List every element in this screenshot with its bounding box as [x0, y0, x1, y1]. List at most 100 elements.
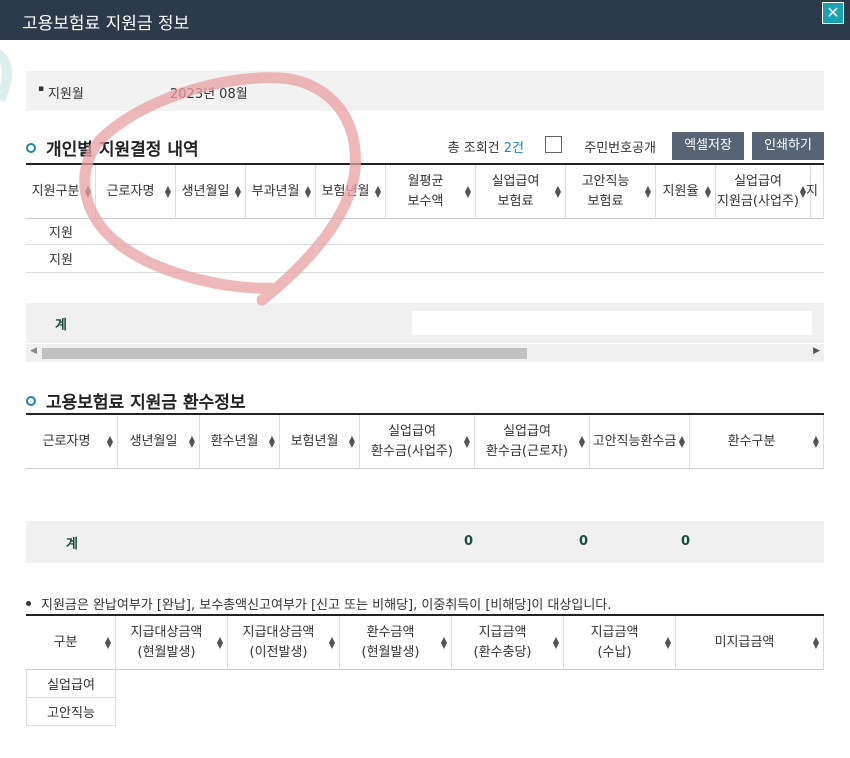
section1-col-header[interactable]: 월평균 보수액 ▲ ▼: [386, 165, 476, 219]
section1-col-header[interactable]: 고안직능 보험료 ▲ ▼: [566, 165, 656, 219]
section3-col-header[interactable]: 지급대상금액 (이전발생) ▲ ▼: [228, 616, 340, 670]
col-header-text: 지: [806, 182, 828, 202]
refund-table-header: 근로자명 ▲ ▼ 생년월일 ▲ ▼ 환수년월 ▲ ▼ 보험년월 ▲ ▼ 실업급여 환수금(사업주) ▲ ▼ 실업…: [26, 413, 824, 469]
col-header-text: 고안직능환수금: [593, 432, 687, 452]
sort-icon[interactable]: ▲ ▼: [235, 185, 241, 199]
sort-icon[interactable]: ▲ ▼: [665, 636, 671, 650]
section2-col-header[interactable]: 근로자명 ▲ ▼: [26, 415, 118, 469]
sort-icon[interactable]: ▲ ▼: [465, 185, 471, 199]
sort-icon[interactable]: ▲ ▼: [375, 185, 381, 199]
ssn-reveal-checkbox[interactable]: [545, 136, 562, 153]
col-header-line: 지급금액: [478, 625, 527, 640]
section1-col-header[interactable]: 지원율 ▲ ▼: [656, 165, 716, 219]
sort-icon[interactable]: ▲ ▼: [813, 636, 819, 650]
print-button[interactable]: 인쇄하기: [752, 132, 824, 160]
sort-icon[interactable]: ▲ ▼: [349, 435, 355, 449]
col-header-line: 구분: [53, 635, 78, 650]
col-header-text: 생년월일: [130, 432, 188, 452]
sort-icon[interactable]: ▲ ▼: [165, 185, 171, 199]
section1-col-header[interactable]: 지: [806, 165, 824, 219]
section2-col-header[interactable]: 환수년월 ▲ ▼: [200, 415, 280, 469]
col-header-line: 환수년월: [210, 434, 259, 449]
support-month-label: 지원월: [48, 87, 84, 102]
col-header-line: 부과년월: [251, 184, 300, 199]
sort-icon[interactable]: ▲ ▼: [269, 435, 275, 449]
eligibility-note: 지원금은 완납여부가 [완납], 보수총액신고여부가 [신고 또는 비해당], …: [26, 594, 611, 613]
row-type-cell: 지원: [49, 226, 73, 241]
sort-icon[interactable]: ▲ ▼: [105, 636, 111, 650]
sort-icon[interactable]: ▲ ▼: [579, 435, 585, 449]
section1-col-header[interactable]: 생년월일 ▲ ▼: [176, 165, 246, 219]
section3-col-header[interactable]: 미지급금액 ▲ ▼: [676, 616, 824, 670]
sort-icon[interactable]: ▲ ▼: [705, 185, 711, 199]
section3-col-header[interactable]: 지급대상금액 (현월발생) ▲ ▼: [116, 616, 228, 670]
close-button[interactable]: ✕: [822, 2, 844, 24]
section1-col-header[interactable]: 실업급여 지원금(사업주) ▲ ▼: [716, 165, 811, 219]
individual-table-header: 지원구분 ▲ ▼ 근로자명 ▲ ▼ 생년월일 ▲ ▼ 부과년월 ▲ ▼ 보험년월 ▲ ▼ 월평균 보수액 ▲ ▼ 실업…: [26, 163, 824, 219]
col-header-text: 부과년월: [252, 182, 310, 202]
sort-icon[interactable]: ▲ ▼: [217, 636, 223, 650]
section2-col-header[interactable]: 실업급여환수금(사업주) ▲ ▼: [360, 415, 475, 469]
col-header-line: 생년월일: [181, 184, 230, 199]
horizontal-scrollbar[interactable]: ◀ ▶: [26, 344, 824, 362]
refund-total-worker: 0: [579, 534, 589, 549]
payment-row-skill: 고안직능: [26, 698, 116, 726]
col-header-text: 지급대상금액 (이전발생): [243, 623, 325, 663]
excel-save-button[interactable]: 엑셀저장: [672, 132, 744, 160]
section3-col-header[interactable]: 지급금액 (수납) ▲ ▼: [564, 616, 676, 670]
decorative-shape-icon: [0, 49, 12, 103]
col-header-text: 환수금액 (현월발생): [362, 623, 430, 663]
sort-icon[interactable]: ▲ ▼: [679, 435, 685, 449]
section1-col-header[interactable]: 보험년월 ▲ ▼: [316, 165, 386, 219]
section2-col-header[interactable]: 실업급여 환수금(근로자) ▲ ▼: [475, 415, 590, 469]
sort-icon[interactable]: ▲ ▼: [555, 185, 561, 199]
col-header-line: 월평균: [407, 174, 444, 189]
col-header-line: 환수금(근로자): [486, 444, 568, 459]
sort-icon[interactable]: ▲ ▼: [85, 185, 91, 199]
col-header-line: 미지급금액: [714, 635, 775, 650]
col-header-line: 실업급여: [491, 174, 540, 189]
scroll-right-icon[interactable]: ▶: [813, 346, 820, 356]
section2-col-header[interactable]: 보험년월 ▲ ▼: [280, 415, 360, 469]
scroll-left-icon[interactable]: ◀: [30, 346, 37, 356]
col-header-text: 생년월일: [182, 182, 240, 202]
sort-icon[interactable]: ▲ ▼: [464, 435, 470, 449]
section3-col-header[interactable]: 환수금액 (현월발생) ▲ ▼: [340, 616, 452, 670]
sort-icon[interactable]: ▲ ▼: [441, 636, 447, 650]
section1-col-header[interactable]: 지원구분 ▲ ▼: [26, 165, 96, 219]
section2-col-header[interactable]: 환수구분 ▲ ▼: [690, 415, 824, 469]
col-header-line: (수납): [597, 645, 632, 660]
sort-icon[interactable]: ▲ ▼: [813, 435, 819, 449]
sort-icon[interactable]: ▲ ▼: [329, 636, 335, 650]
col-header-line: 지원금(사업주): [717, 194, 799, 209]
section2-col-header[interactable]: 고안직능환수금 ▲ ▼: [590, 415, 690, 469]
section3-col-header[interactable]: 지급금액 (환수충당) ▲ ▼: [452, 616, 564, 670]
section1-col-header[interactable]: 근로자명 ▲ ▼: [96, 165, 176, 219]
col-header-line: 고안직능환수금: [592, 434, 677, 449]
section1-title-text: 개인별 지원결정 내역: [46, 140, 199, 160]
total-value-box: [412, 311, 812, 335]
refund-total-skill: 0: [681, 534, 691, 549]
sort-icon[interactable]: ▲ ▼: [553, 636, 559, 650]
col-header-line: 환수금(사업주): [371, 444, 453, 459]
payment-row-unemployment: 실업급여: [26, 670, 116, 698]
ssn-reveal-label[interactable]: 주민번호공개: [584, 137, 656, 156]
section1-col-header[interactable]: 부과년월 ▲ ▼: [246, 165, 316, 219]
section-ring-icon: [26, 143, 36, 153]
col-header-line: 보험료: [587, 194, 624, 209]
sort-icon[interactable]: ▲ ▼: [305, 185, 311, 199]
section3-col-header[interactable]: 구분 ▲ ▼: [26, 616, 116, 670]
section1-col-header[interactable]: 실업급여 보험료 ▲ ▼: [476, 165, 566, 219]
scrollbar-thumb[interactable]: [42, 348, 527, 359]
sort-icon[interactable]: ▲ ▼: [107, 435, 113, 449]
col-header-line: (현월발생): [361, 645, 420, 660]
sort-icon[interactable]: ▲ ▼: [189, 435, 195, 449]
section-title-refund: 고용보험료 지원금 환수정보: [26, 388, 246, 413]
col-header-line: 근로자명: [106, 184, 155, 199]
count-value: 2건: [503, 141, 524, 156]
table-row: 지원: [26, 245, 824, 273]
col-header-text: 월평균 보수액: [408, 172, 454, 212]
section2-col-header[interactable]: 생년월일 ▲ ▼: [118, 415, 200, 469]
col-header-line: 실업급여: [388, 424, 436, 439]
sort-icon[interactable]: ▲ ▼: [645, 185, 651, 199]
